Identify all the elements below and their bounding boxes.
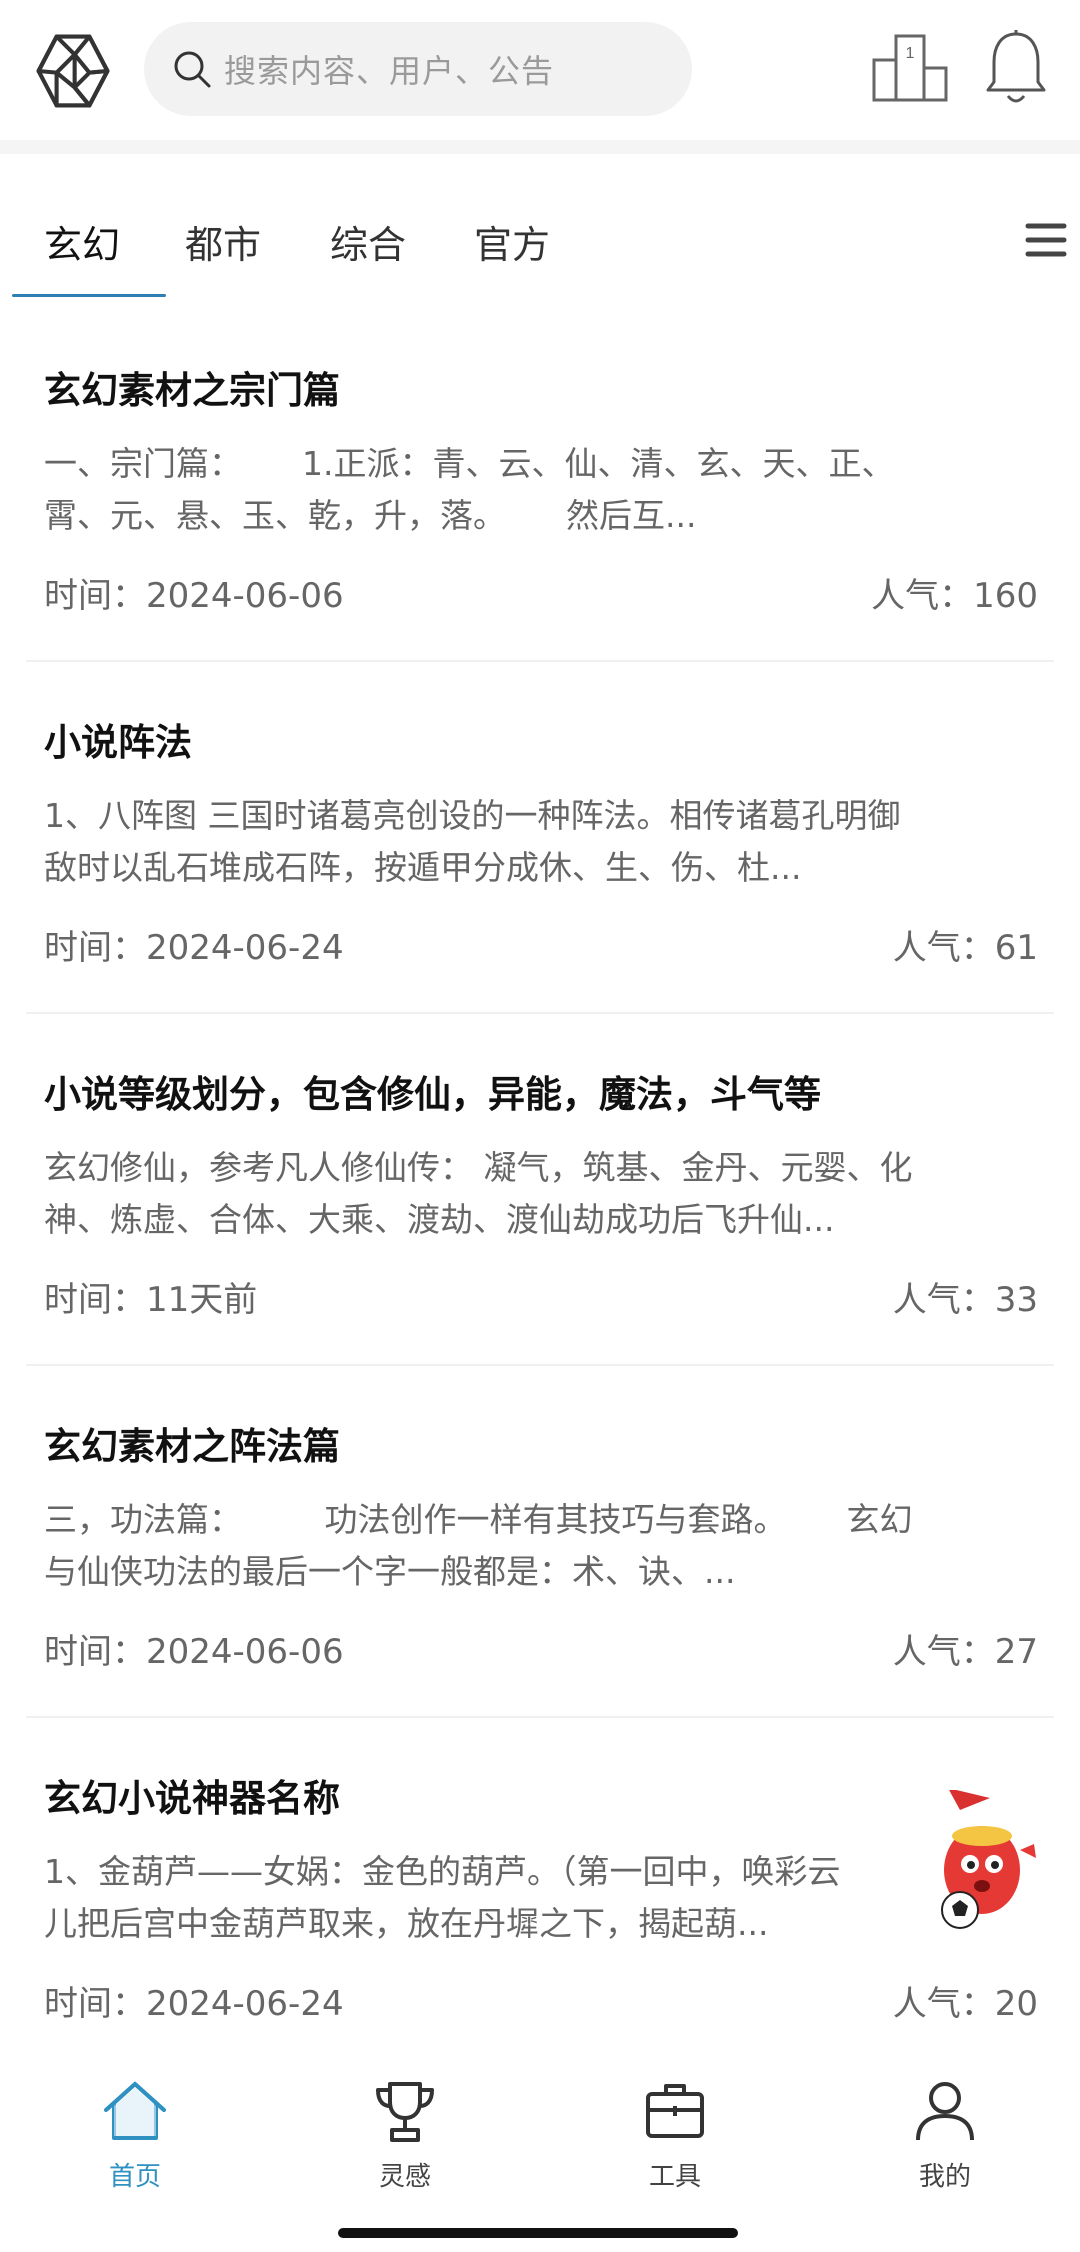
- svg-text:1: 1: [906, 45, 915, 62]
- article-popularity: 人气：61: [892, 928, 1038, 968]
- article-excerpt: 玄幻修仙，参考凡人修仙传： 凝气，筑基、金丹、元婴、化 神、炼虚、合体、大乘、渡…: [44, 1148, 913, 1239]
- menu-icon[interactable]: [1024, 220, 1068, 260]
- article-title: 玄幻素材之阵法篇: [44, 1425, 340, 1468]
- tab-dushi[interactable]: 都市: [185, 214, 261, 269]
- user-icon: [916, 2082, 974, 2141]
- category-tabs: 玄幻 都市 综合 官方: [0, 194, 1080, 302]
- tab-guanfang[interactable]: 官方: [474, 214, 550, 269]
- article-title: 玄幻小说神器名称: [44, 1777, 340, 1820]
- search-bar[interactable]: 搜索内容、用户、公告: [144, 22, 692, 116]
- article-popularity: 人气：33: [892, 1280, 1038, 1320]
- home-icon: [104, 2081, 166, 2140]
- article-time: 时间：2024-06-24: [44, 1984, 344, 2024]
- bottom-nav-bar: 首页 灵感 工具 我的: [0, 2050, 1080, 2252]
- article-popularity: 人气：27: [892, 1632, 1038, 1672]
- leaderboard-icon[interactable]: 1: [872, 30, 948, 102]
- tab-xuanhuan[interactable]: 玄幻: [44, 214, 120, 269]
- article-popularity: 人气：160: [871, 576, 1038, 616]
- article-time: 时间：11天前: [44, 1280, 258, 1320]
- nav-inspiration[interactable]: 灵感: [315, 2078, 495, 2218]
- article-card[interactable]: 小说阵法 1、八阵图 三国时诸葛亮创设的一种阵法。相传诸葛孔明御 敌时以乱石堆成…: [26, 662, 1054, 1014]
- top-bar: 搜索内容、用户、公告 1: [0, 0, 1080, 140]
- notification-bell-icon[interactable]: [984, 28, 1048, 108]
- search-icon: [174, 51, 211, 88]
- nav-tools-label: 工具: [648, 2162, 701, 2192]
- article-time: 时间：2024-06-24: [44, 928, 344, 968]
- article-list: 玄幻素材之宗门篇 一、宗门篇： 1.正派：青、云、仙、清、玄、天、正、 霄、元、…: [0, 310, 1080, 2070]
- article-card[interactable]: 玄幻素材之宗门篇 一、宗门篇： 1.正派：青、云、仙、清、玄、天、正、 霄、元、…: [26, 310, 1054, 662]
- nav-home-label: 首页: [108, 2162, 161, 2192]
- article-card[interactable]: 玄幻小说神器名称 1、金葫芦——女娲：金色的葫芦。（第一回中，唤彩云 儿把后宫中…: [26, 1718, 1054, 2070]
- article-time: 时间：2024-06-06: [44, 1632, 344, 1672]
- search-placeholder: 搜索内容、用户、公告: [224, 52, 555, 90]
- article-card[interactable]: 小说等级划分，包含修仙，异能，魔法，斗气等 玄幻修仙，参考凡人修仙传： 凝气，筑…: [26, 1014, 1054, 1366]
- article-excerpt: 1、金葫芦——女娲：金色的葫芦。（第一回中，唤彩云 儿把后宫中金葫芦取来，放在丹…: [44, 1852, 841, 1943]
- article-time: 时间：2024-06-06: [44, 576, 344, 616]
- nav-home[interactable]: 首页: [45, 2078, 225, 2218]
- toolbox-icon: [646, 2084, 704, 2138]
- trophy-icon: [376, 2082, 434, 2142]
- nav-profile-label: 我的: [918, 2162, 971, 2192]
- floating-mascot-icon[interactable]: [920, 1790, 1060, 1940]
- nav-inspiration-label: 灵感: [378, 2162, 431, 2192]
- nav-profile[interactable]: 我的: [855, 2078, 1035, 2218]
- article-popularity: 人气：20: [892, 1984, 1038, 2024]
- article-excerpt: 1、八阵图 三国时诸葛亮创设的一种阵法。相传诸葛孔明御 敌时以乱石堆成石阵，按遁…: [44, 796, 901, 887]
- nav-tools[interactable]: 工具: [585, 2078, 765, 2218]
- article-card[interactable]: 玄幻素材之阵法篇 三，功法篇： 功法创作一样有其技巧与套路。 玄幻 与仙侠功法的…: [26, 1366, 1054, 1718]
- tab-zonghe[interactable]: 综合: [330, 214, 406, 269]
- header-separator: [0, 140, 1080, 154]
- app-logo[interactable]: [32, 30, 114, 112]
- article-excerpt: 一、宗门篇： 1.正派：青、云、仙、清、玄、天、正、 霄、元、悬、玉、乾，升，落…: [44, 444, 895, 535]
- article-excerpt: 三，功法篇： 功法创作一样有其技巧与套路。 玄幻 与仙侠功法的最后一个字一般都是…: [44, 1500, 913, 1591]
- home-indicator: [338, 2228, 738, 2238]
- article-title: 小说等级划分，包含修仙，异能，魔法，斗气等: [44, 1073, 821, 1116]
- article-title: 小说阵法: [44, 721, 192, 764]
- active-tab-indicator: [12, 294, 166, 297]
- article-title: 玄幻素材之宗门篇: [44, 369, 340, 412]
